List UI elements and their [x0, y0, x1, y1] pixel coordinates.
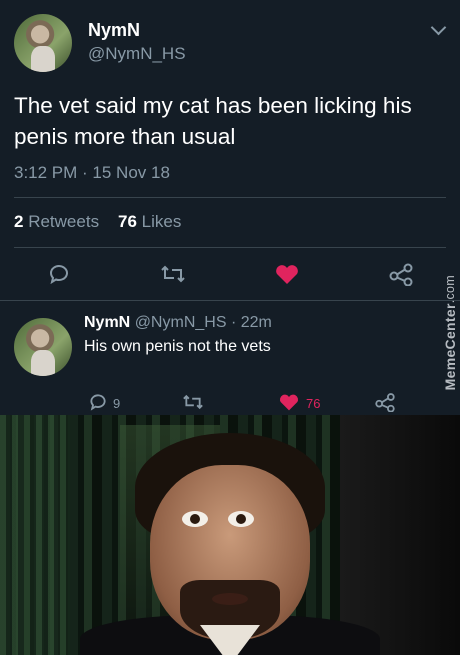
retweets-stat[interactable]: 2 Retweets: [14, 212, 99, 231]
reply-avatar[interactable]: [14, 318, 72, 376]
divider: [14, 197, 446, 198]
reply-text: His own penis not the vets: [84, 338, 271, 355]
user-handle[interactable]: @NymN_HS: [88, 44, 186, 64]
chevron-down-icon[interactable]: [430, 19, 447, 36]
heart-icon[interactable]: [274, 262, 300, 286]
reply-icon[interactable]: [88, 392, 108, 412]
reply-handle-time[interactable]: @NymN_HS · 22m: [135, 314, 272, 331]
like-count: 76: [306, 396, 321, 411]
display-name[interactable]: NymN: [88, 20, 140, 41]
reaction-photo: [0, 415, 460, 655]
divider: [0, 300, 460, 301]
share-icon[interactable]: [388, 262, 414, 286]
tweet-screen: NymN @NymN_HS The vet said my cat has be…: [0, 0, 460, 415]
heart-icon[interactable]: [278, 392, 300, 412]
retweet-icon[interactable]: [182, 392, 204, 412]
reply-icon[interactable]: [47, 262, 71, 286]
reply-display-name[interactable]: NymN: [84, 314, 130, 331]
likes-stat[interactable]: 76 Likes: [118, 212, 181, 231]
reply-header[interactable]: NymN @NymN_HS · 22m: [84, 314, 272, 332]
tweet-timestamp[interactable]: 3:12 PM · 15 Nov 18: [14, 163, 170, 183]
share-icon[interactable]: [374, 392, 396, 412]
avatar[interactable]: [14, 14, 72, 72]
watermark: MemeCenter.com: [442, 275, 458, 391]
divider: [14, 247, 446, 248]
tweet-text: The vet said my cat has been licking his…: [14, 93, 412, 149]
retweet-icon[interactable]: [160, 262, 186, 286]
tweet-stats: 2 Retweets 76 Likes: [14, 212, 181, 232]
reply-count: 9: [113, 396, 121, 411]
